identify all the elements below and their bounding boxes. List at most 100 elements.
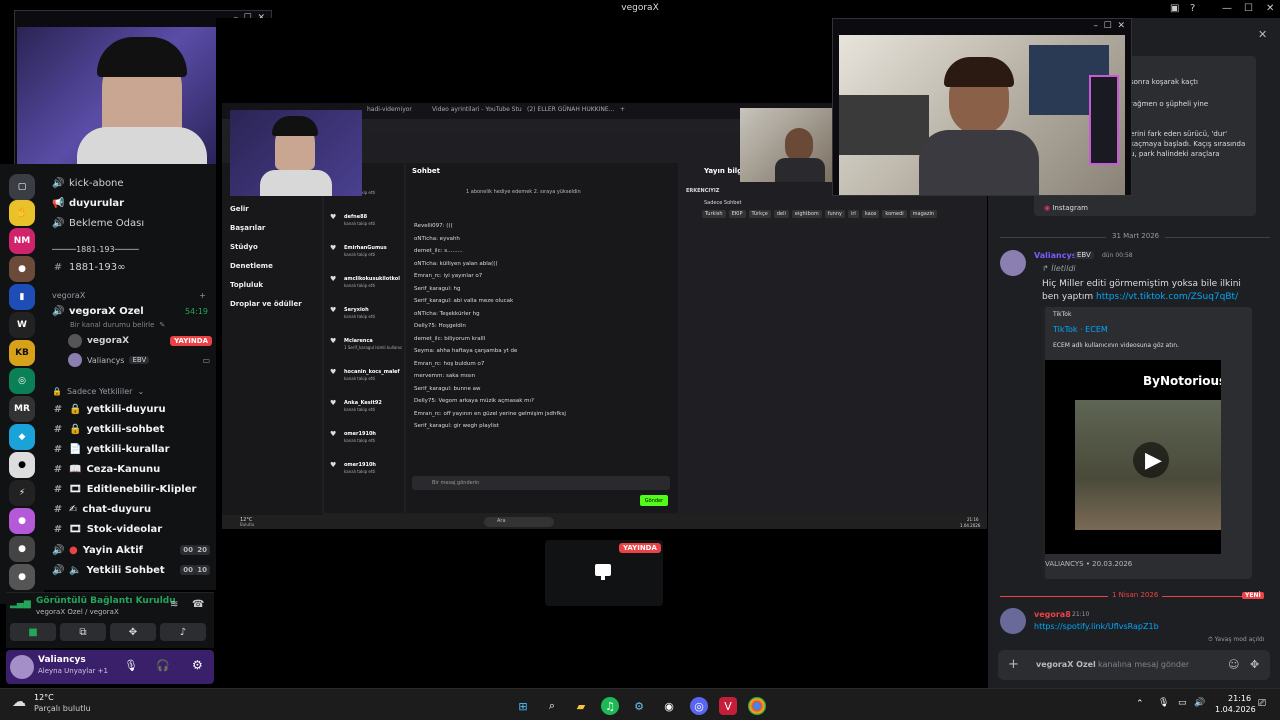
tray-chevron-icon[interactable]: ⌃ <box>1136 699 1144 709</box>
server-icon[interactable]: ✋ <box>9 200 35 226</box>
tray-mic-icon[interactable]: 🎙 <box>1158 698 1169 708</box>
channel-bekleme-odasi[interactable]: 🔊 Bekleme Odası <box>52 214 214 232</box>
inner-chat-message: Emran_rc: iyi yayınlar o7 <box>414 273 483 279</box>
server-icon[interactable]: ⚡ <box>9 480 35 506</box>
live-badge: YAYINDA <box>170 336 212 346</box>
voice-status: Görüntülü Bağlantı Kuruldu <box>36 596 176 606</box>
volume-icon[interactable]: 🔊 <box>1194 698 1205 708</box>
embed-title[interactable]: TikTok · ECEM <box>1053 325 1108 334</box>
channel-yetkili-sohbet[interactable]: # 🔒 yetkili-sohbet <box>52 420 214 438</box>
minimize-button[interactable]: — <box>1222 3 1232 14</box>
valorant-icon[interactable]: V <box>719 697 737 715</box>
webcam-window-controls[interactable]: – ☐ ✕ <box>1093 21 1125 31</box>
voice-channel-yetkili-sohbet[interactable]: 🔊 🔈 Yetkili Sohbet 00 10 <box>52 561 214 579</box>
webcam-feed-guest <box>839 35 1125 195</box>
server-icon[interactable]: ◎ <box>9 368 35 394</box>
camera-button[interactable]: ■ <box>10 623 56 641</box>
screen-share-button[interactable]: ⧉ <box>60 623 106 641</box>
server-icon[interactable]: ◆ <box>9 424 35 450</box>
channel-duyurular[interactable]: 📢 duyurular <box>52 194 214 212</box>
message-link[interactable]: https://vt.tiktok.com/ZSuq7qBt/ <box>1096 292 1238 302</box>
clock-date[interactable]: 1.04.2026 <box>1215 705 1256 714</box>
disconnect-icon[interactable]: ☎ <box>192 599 204 610</box>
apps-icon[interactable]: ✥ <box>1250 658 1259 671</box>
server-icon[interactable]: ▢ <box>9 174 35 200</box>
channel-chat-duyuru[interactable]: # ✍ chat-duyuru <box>52 500 214 518</box>
inbox-icon[interactable]: ▣ <box>1170 3 1179 14</box>
close-button[interactable]: ✕ <box>1266 3 1274 14</box>
start-icon[interactable]: ⊞ <box>514 697 532 715</box>
channel-yetkili-duyuru[interactable]: # 🔒 yetkili-duyuru <box>52 400 214 418</box>
inner-tag: funny <box>824 210 845 218</box>
discord-icon[interactable]: ◎ <box>690 697 708 715</box>
message-link[interactable]: https://spotify.link/UflvsRapZ1b <box>1034 622 1159 631</box>
plus-icon[interactable]: + <box>1008 657 1019 672</box>
server-icon[interactable]: KB <box>9 340 35 366</box>
channel-yetkili-kurallar[interactable]: # 📄 yetkili-kurallar <box>52 440 214 458</box>
message-input[interactable]: + vegoraX Ozel kanalına mesaj gönder ☺ ✥ <box>998 650 1270 680</box>
channel-label: yetkili-sohbet <box>86 423 165 435</box>
voice-connection-panel: ▂▄▆ Görüntülü Bağlantı Kuruldu vegoraX O… <box>6 592 214 648</box>
clock-time[interactable]: 21:16 <box>1228 694 1251 703</box>
channel-editlenebilir-klipler[interactable]: # 🎞 Editlenebilir-Klipler <box>52 480 214 498</box>
folder-icon[interactable]: ▰ <box>572 697 590 715</box>
search-icon[interactable]: ⌕ <box>543 697 561 715</box>
spotify-icon[interactable]: ♫ <box>601 697 619 715</box>
category-sadece-yetkililer[interactable]: 🔒 Sadece Yetkililer ⌄ <box>52 382 214 400</box>
hash-icon: # <box>53 523 63 535</box>
server-icon[interactable]: NM <box>9 228 35 254</box>
weather-icon[interactable]: ☁ <box>12 694 26 710</box>
speaker-icon: 🔊 <box>52 544 65 556</box>
steam-icon[interactable]: ⚙ <box>630 697 648 715</box>
webcam-window-right[interactable]: – ☐ ✕ <box>832 18 1132 196</box>
channel-ceza-kanunu[interactable]: # 📖 Ceza-Kanunu <box>52 460 214 478</box>
channel-label: Bekleme Odası <box>69 217 145 229</box>
close-icon[interactable]: ✕ <box>1258 28 1267 41</box>
stream-tile-secondary[interactable]: YAYINDA <box>545 540 663 606</box>
voice-location[interactable]: vegoraX Ozel / vegoraX <box>36 608 119 616</box>
inner-chat-message: oNTicha: Teşekkürler hg <box>414 310 480 317</box>
user-limit: 20 <box>194 545 210 555</box>
avatar[interactable] <box>1000 608 1026 634</box>
voice-user-vegorax[interactable]: vegoraX YAYINDA <box>68 332 212 350</box>
add-icon[interactable]: + <box>199 291 206 300</box>
microphone-icon[interactable]: 🎙 <box>124 659 138 672</box>
user-status: Aleyna Unyaylar +1 <box>38 667 108 675</box>
server-icon[interactable]: ● <box>9 536 35 562</box>
inner-feed-sub: 1 Serif_karagul isimli kullanıcıya abone… <box>344 345 402 350</box>
channel-label: 1881-193∞ <box>69 261 126 273</box>
embed-video[interactable]: ByNotorious ▶ <box>1045 360 1221 554</box>
inner-feed-sub: kanalı takip etti <box>344 221 376 226</box>
channel-stok-videolar[interactable]: # 🎞 Stok-videolar <box>52 520 214 538</box>
embed-footer: VALIANCYS • 20.03.2026 <box>1045 560 1133 568</box>
message-author[interactable]: vegora8 <box>1034 610 1071 619</box>
maximize-button[interactable]: ☐ <box>1244 3 1253 14</box>
server-icon[interactable]: MR <box>9 396 35 422</box>
network-icon[interactable]: ▭ <box>1178 698 1187 708</box>
emoji-icon[interactable]: ☺ <box>1228 658 1239 671</box>
notification-icon[interactable]: ⎚ <box>1258 698 1266 709</box>
activities-button[interactable]: ✥ <box>110 623 156 641</box>
settings-gear-icon[interactable]: ⚙ <box>192 658 203 672</box>
server-icon[interactable]: ● <box>9 564 35 590</box>
headphones-icon[interactable]: 🎧 <box>156 659 170 672</box>
screen-icon-stand <box>601 576 605 580</box>
voice-channel-yayin-aktif[interactable]: 🔊 ● Yayin Aktif 00 20 <box>52 541 214 559</box>
voice-user-valiancys[interactable]: Valiancys EBV ▭ <box>68 351 212 369</box>
server-icon[interactable]: ▮ <box>9 284 35 310</box>
server-icon[interactable]: ● <box>9 452 35 478</box>
hash-icon: # <box>53 463 63 475</box>
noise-suppression-icon[interactable]: ≋ <box>170 599 178 610</box>
message-author[interactable]: Valiancys <box>1034 251 1076 260</box>
server-icon[interactable]: W <box>9 312 35 338</box>
obs-icon[interactable]: ◉ <box>660 697 678 715</box>
avatar[interactable] <box>1000 250 1026 276</box>
avatar[interactable] <box>10 655 34 679</box>
channel-1881[interactable]: #1881-193∞ <box>52 258 214 276</box>
chrome-icon[interactable] <box>748 697 766 715</box>
soundboard-button[interactable]: ♪ <box>160 623 206 641</box>
help-icon[interactable]: ? <box>1190 3 1195 14</box>
channel-kick-abone[interactable]: 🔊 kick-abone <box>52 174 214 192</box>
server-icon[interactable]: ● <box>9 508 35 534</box>
server-icon[interactable]: ● <box>9 256 35 282</box>
